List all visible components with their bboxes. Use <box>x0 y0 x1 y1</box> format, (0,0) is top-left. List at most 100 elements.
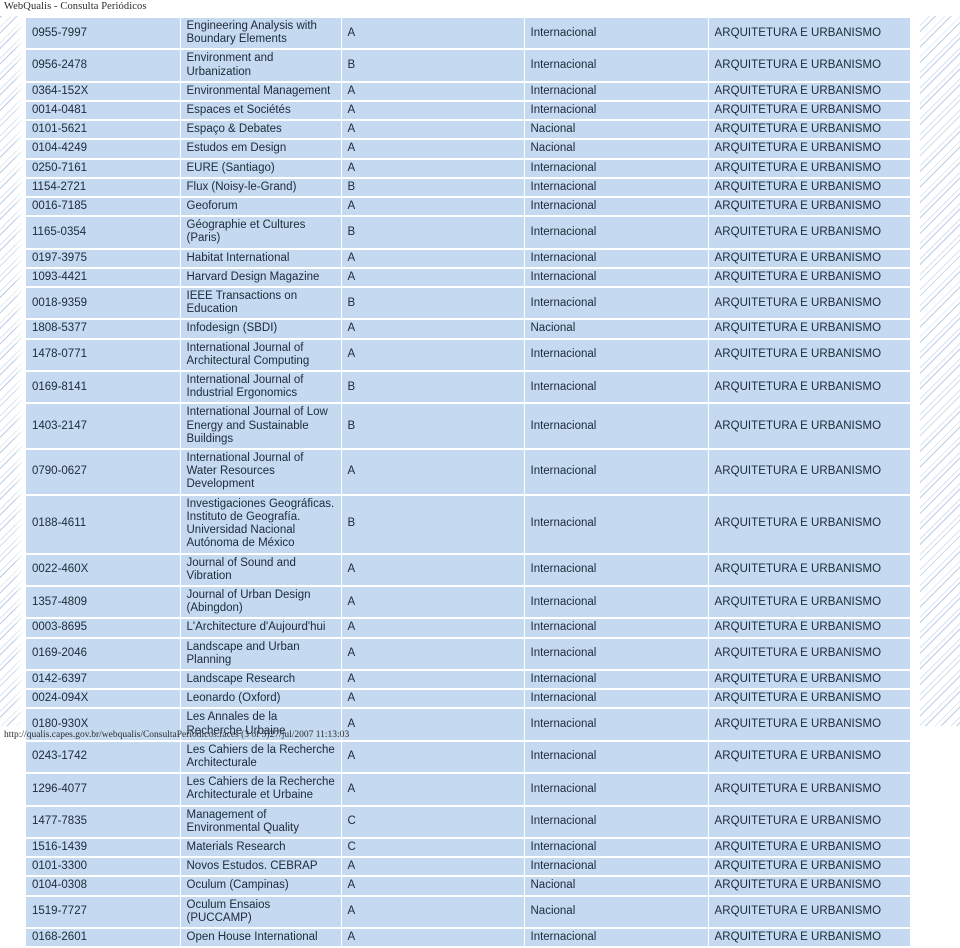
cell-issn: 0168-2601 <box>26 927 181 948</box>
journals-table-body: 0955-7997 Engineering Analysis with Bound… <box>26 18 910 948</box>
cell-area: ARQUITETURA E URBANISMO <box>708 267 910 289</box>
cell-scope: Internacional <box>524 449 709 496</box>
cell-title: Estudos em Design <box>180 139 342 160</box>
cell-issn: 1519-7727 <box>26 895 181 929</box>
cell-issn: 0022-460X <box>26 553 181 587</box>
table-row: 0022-460X Journal of Sound and Vibration A… <box>26 553 910 587</box>
cell-area: ARQUITETURA E URBANISMO <box>708 177 910 199</box>
cell-grade: A <box>341 120 525 141</box>
cell-title: Materials Research <box>180 837 342 859</box>
cell-title: International Journal of Low Energy and … <box>180 403 342 451</box>
table-row: 0790-0627 International Journal of Water … <box>26 449 910 496</box>
cell-grade: A <box>341 618 525 639</box>
cell-grade: A <box>341 585 525 620</box>
cell-scope: Internacional <box>524 403 709 451</box>
cell-area: ARQUITETURA E URBANISMO <box>708 49 910 83</box>
cell-title: IEEE Transactions on Education <box>180 287 342 321</box>
cell-issn: 1093-4421 <box>26 267 181 289</box>
cell-issn: 0250-7161 <box>26 158 181 179</box>
cell-issn: 0016-7185 <box>26 197 181 218</box>
cell-grade: A <box>341 740 525 775</box>
cell-issn: 1357-4809 <box>26 585 181 620</box>
table-row: 0101-3300 Novos Estudos. CEBRAP A Internaci… <box>26 857 910 878</box>
cell-grade: B <box>341 403 525 451</box>
cell-scope: Internacional <box>524 773 709 807</box>
cell-issn: 0188-4611 <box>26 494 181 555</box>
cell-issn: 0014-0481 <box>26 101 181 122</box>
cell-area: ARQUITETURA E URBANISMO <box>708 708 910 742</box>
cell-area: ARQUITETURA E URBANISMO <box>708 319 910 340</box>
cell-scope: Internacional <box>524 585 709 620</box>
cell-grade: B <box>341 216 525 250</box>
cell-scope: Internacional <box>524 158 709 179</box>
journals-table: 0955-7997 Engineering Analysis with Bound… <box>26 18 910 948</box>
cell-issn: 1165-0354 <box>26 216 181 250</box>
cell-title: Oculum Ensaios (PUCCAMP) <box>180 895 342 929</box>
cell-title: International Journal of Industrial Ergo… <box>180 371 342 405</box>
cell-issn: 1296-4077 <box>26 773 181 807</box>
table-row: 0956-2478 Environment and Urbanization B In… <box>26 49 910 83</box>
table-row: 0250-7161 EURE (Santiago) A Internacional AR… <box>26 158 910 179</box>
cell-grade: B <box>341 177 525 199</box>
table-row: 0169-8141 International Journal of Indust… <box>26 371 910 405</box>
cell-area: ARQUITETURA E URBANISMO <box>708 618 910 639</box>
cell-area: ARQUITETURA E URBANISMO <box>708 18 910 51</box>
cell-scope: Internacional <box>524 338 709 373</box>
cell-scope: Nacional <box>524 120 709 141</box>
cell-scope: Internacional <box>524 494 709 555</box>
cell-title: Oculum (Campinas) <box>180 876 342 897</box>
cell-grade: A <box>341 689 525 710</box>
cell-title: Les Cahiers de la Recherche Architectura… <box>180 740 342 775</box>
cell-title: L'Architecture d'Aujourd'hui <box>180 618 342 639</box>
cell-grade: A <box>341 197 525 218</box>
decorative-right-margin-pattern <box>920 16 960 726</box>
cell-area: ARQUITETURA E URBANISMO <box>708 120 910 141</box>
cell-area: ARQUITETURA E URBANISMO <box>708 895 910 929</box>
cell-grade: A <box>341 248 525 269</box>
table-row: 0142-6397 Landscape Research A Internaciona… <box>26 669 910 691</box>
cell-issn: 0197-3975 <box>26 248 181 269</box>
cell-grade: B <box>341 49 525 83</box>
cell-grade: A <box>341 158 525 179</box>
cell-area: ARQUITETURA E URBANISMO <box>708 139 910 160</box>
cell-issn: 0101-5621 <box>26 120 181 141</box>
cell-title: Espaces et Sociétés <box>180 101 342 122</box>
cell-area: ARQUITETURA E URBANISMO <box>708 857 910 878</box>
cell-grade: B <box>341 371 525 405</box>
table-row: 0101-5621 Espaço & Debates A Nacional ARQUIT… <box>26 120 910 141</box>
table-row: 0955-7997 Engineering Analysis with Bound… <box>26 18 910 51</box>
cell-area: ARQUITETURA E URBANISMO <box>708 403 910 451</box>
cell-scope: Internacional <box>524 927 709 948</box>
table-row: 1477-7835 Management of Environmental Qua… <box>26 805 910 839</box>
cell-area: ARQUITETURA E URBANISMO <box>708 740 910 775</box>
cell-area: ARQUITETURA E URBANISMO <box>708 585 910 620</box>
table-row: 1516-1439 Materials Research C Internaciona… <box>26 837 910 859</box>
cell-grade: A <box>341 773 525 807</box>
cell-grade: A <box>341 267 525 289</box>
cell-issn: 0364-152X <box>26 81 181 103</box>
cell-grade: A <box>341 637 525 671</box>
cell-grade: A <box>341 101 525 122</box>
cell-scope: Nacional <box>524 895 709 929</box>
cell-area: ARQUITETURA E URBANISMO <box>708 805 910 839</box>
page-title: WebQualis - Consulta Periódicos <box>4 1 147 12</box>
cell-scope: Internacional <box>524 618 709 639</box>
table-row: 1093-4421 Harvard Design Magazine A Interna… <box>26 267 910 289</box>
table-row: 1357-4809 Journal of Urban Design (Abingd… <box>26 585 910 620</box>
cell-area: ARQUITETURA E URBANISMO <box>708 449 910 496</box>
cell-issn: 0956-2478 <box>26 49 181 83</box>
cell-scope: Internacional <box>524 216 709 250</box>
cell-title: Journal of Urban Design (Abingdon) <box>180 585 342 620</box>
cell-issn: 0104-4249 <box>26 139 181 160</box>
cell-grade: A <box>341 338 525 373</box>
cell-title: EURE (Santiago) <box>180 158 342 179</box>
cell-issn: 0018-9359 <box>26 287 181 321</box>
table-row: 1296-4077 Les Cahiers de la Recherche Arc… <box>26 773 910 807</box>
cell-scope: Internacional <box>524 197 709 218</box>
cell-grade: A <box>341 876 525 897</box>
cell-title: Leonardo (Oxford) <box>180 689 342 710</box>
cell-title: Landscape Research <box>180 669 342 691</box>
cell-scope: Internacional <box>524 553 709 587</box>
cell-scope: Internacional <box>524 708 709 742</box>
cell-title: Investigaciones Geográficas. Instituto d… <box>180 494 342 555</box>
